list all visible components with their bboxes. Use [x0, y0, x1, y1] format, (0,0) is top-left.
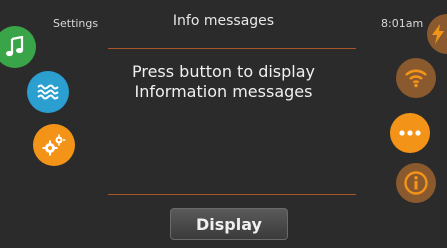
top-divider — [108, 48, 356, 49]
message-line-1: Press button to display — [131, 62, 315, 81]
page-title: Info messages — [172, 13, 275, 29]
more-options-button[interactable] — [390, 113, 430, 153]
wifi-icon — [404, 68, 428, 88]
clock-time: 8:01am — [381, 17, 424, 30]
music-icon — [5, 36, 25, 58]
display-button[interactable]: Display — [170, 208, 288, 240]
more-dots-icon — [399, 130, 421, 136]
info-button[interactable] — [396, 163, 436, 203]
settings-gears-button[interactable] — [33, 124, 75, 166]
water-waves-icon — [36, 82, 60, 102]
lightning-icon — [431, 24, 445, 44]
water-button[interactable] — [27, 71, 69, 113]
wifi-button[interactable] — [396, 58, 436, 98]
bottom-divider — [108, 194, 356, 195]
info-messages-screen: Settings Info messages 8:01am Press butt… — [0, 0, 447, 248]
gears-icon — [42, 133, 66, 157]
info-icon — [403, 170, 429, 196]
